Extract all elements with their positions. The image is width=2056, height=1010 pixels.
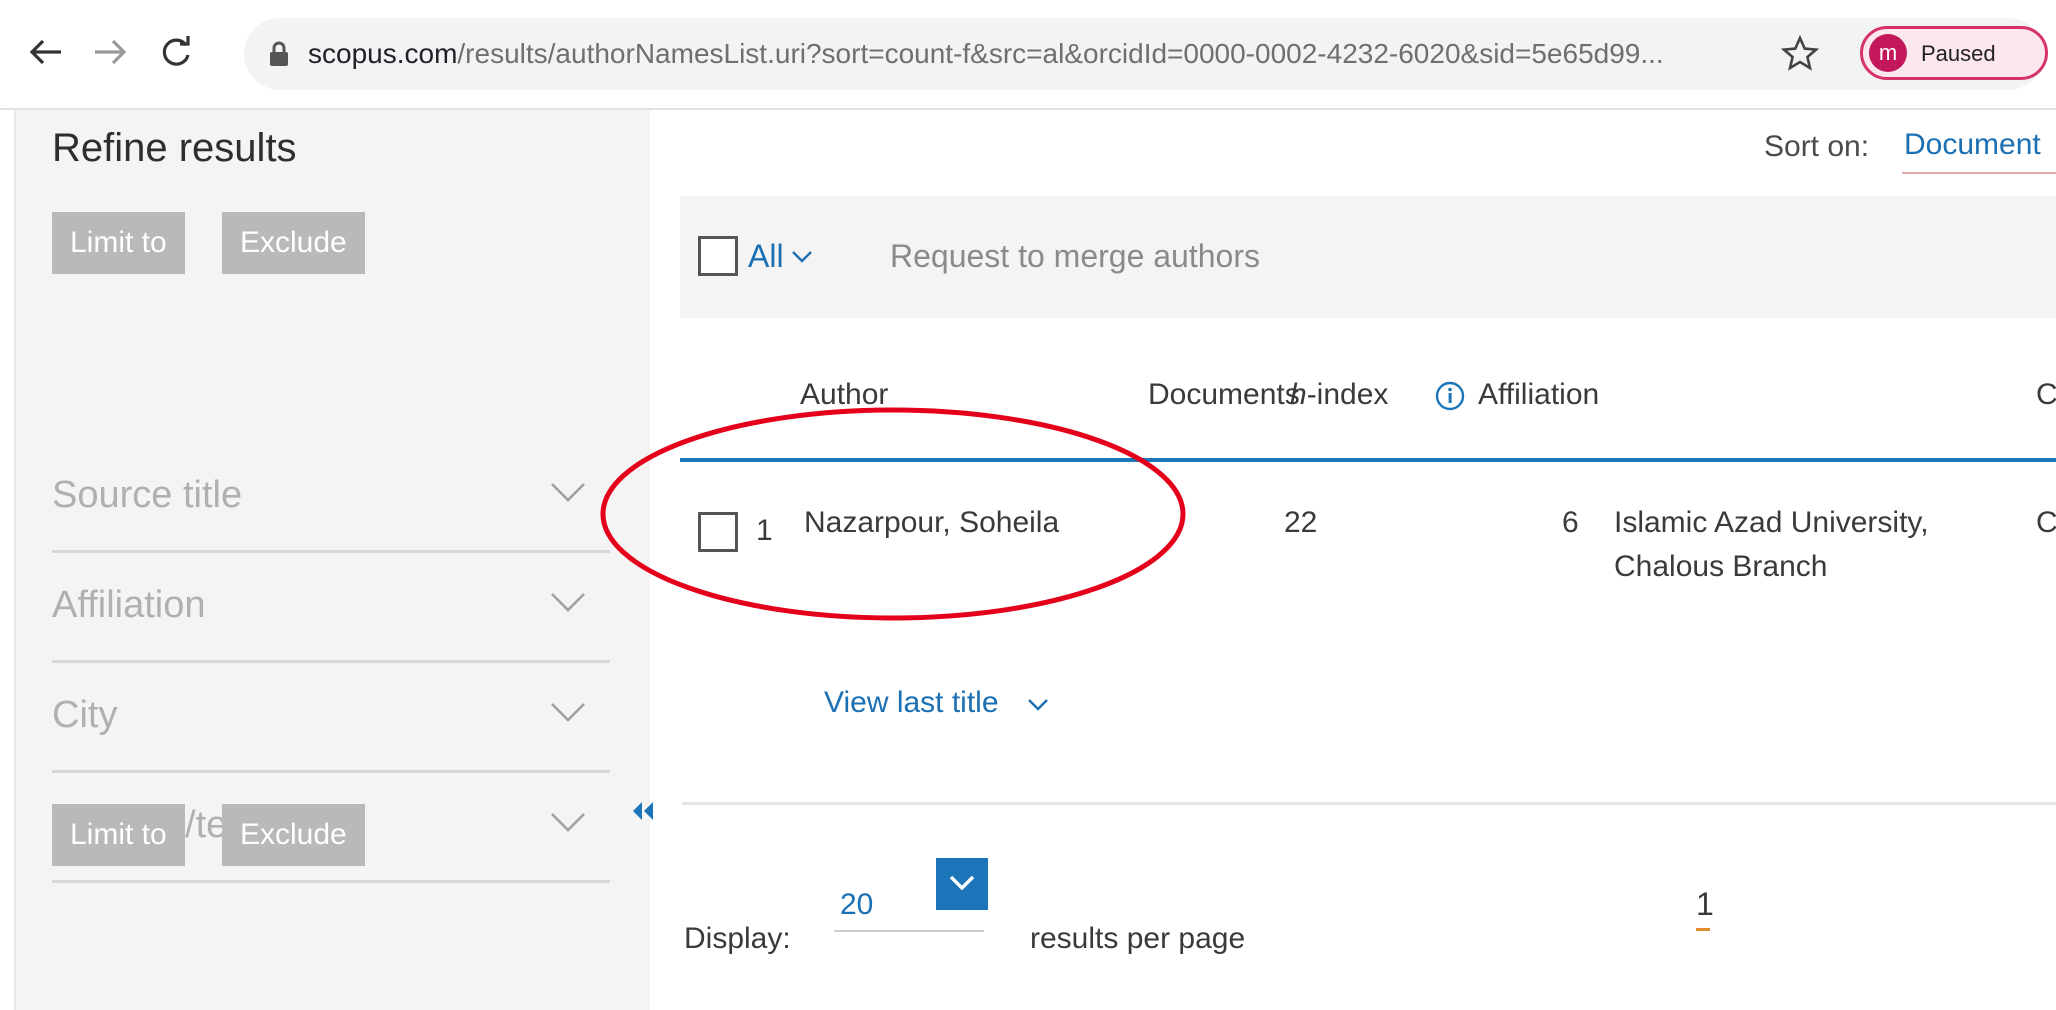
view-last-title-link[interactable]: View last title [824,686,999,720]
per-page-underline [834,930,984,932]
per-page-value[interactable]: 20 [840,888,873,922]
chevron-down-icon[interactable] [1028,698,1048,716]
column-header-affiliation[interactable]: Affiliation [1478,378,1599,412]
limit-to-button-bottom[interactable]: Limit to [52,804,185,866]
profile-status: Paused [1921,41,1996,66]
affiliation-line-1: Islamic Azad University, [1614,506,1929,539]
select-all-menu[interactable]: All [748,238,784,275]
bookmark-star-icon[interactable] [1780,34,1820,79]
facet-label: Source title [52,474,243,516]
results-divider [682,802,2056,805]
highlight-ellipse [600,407,1186,621]
url-text: scopus.com/results/authorNamesList.uri?s… [308,32,1664,76]
limit-to-button-top[interactable]: Limit to [52,212,185,274]
profile-button[interactable]: m Paused [1860,26,2048,80]
documents-count[interactable]: 22 [1284,506,1317,540]
per-page-suffix: results per page [1030,922,1246,955]
facet-source-title[interactable]: Source title [52,442,610,553]
exclude-button-top[interactable]: Exclude [222,212,365,274]
sort-underline [1902,172,2056,174]
merge-authors-link[interactable]: Request to merge authors [890,238,1260,275]
page-number-current[interactable]: 1 [1696,886,1714,923]
hindex-rest: -index [1306,378,1389,411]
lock-icon [268,40,290,73]
chevron-down-icon [550,592,586,617]
back-icon[interactable] [18,22,74,82]
collapse-sidebar-icon[interactable] [630,800,656,827]
chevron-down-icon [550,482,586,507]
forward-icon[interactable] [82,22,138,82]
sort-label: Sort on: [1764,130,1870,163]
refine-title: Refine results [52,126,297,170]
current-page-indicator [1696,928,1710,931]
chevron-down-icon [550,812,586,837]
exclude-button-bottom[interactable]: Exclude [222,804,365,866]
hindex-h: h [1290,378,1307,411]
url-path: /results/authorNamesList.uri?sort=count-… [457,38,1664,69]
action-bar: All Request to merge authors [680,196,2056,318]
per-page-dropdown-button[interactable] [936,858,988,910]
info-icon[interactable] [1434,380,1466,417]
affiliation-line-2: Chalous Branch [1614,550,1828,583]
city-value: C [2036,506,2056,539]
refine-sidebar: Refine results Limit to Exclude Source t… [14,110,650,1010]
facet-city[interactable]: City [52,662,610,773]
chevron-down-icon[interactable] [792,250,812,268]
facet-label: Affiliation [52,584,206,626]
display-label: Display: [684,922,791,955]
sort-select[interactable]: Document [1904,128,2041,162]
browser-toolbar: scopus.com/results/authorNamesList.uri?s… [0,0,2056,110]
facet-label: City [52,694,118,736]
column-header-city[interactable]: C [2036,378,2056,412]
chevron-down-icon [550,702,586,727]
address-bar[interactable]: scopus.com/results/authorNamesList.uri?s… [244,18,2048,90]
avatar: m [1869,34,1907,72]
reload-icon[interactable] [148,22,204,82]
hindex-value: 6 [1562,506,1579,539]
url-host: scopus.com [308,38,458,69]
column-header-hindex[interactable]: h-index [1290,378,1388,412]
select-all-checkbox[interactable] [698,236,738,276]
facet-affiliation[interactable]: Affiliation [52,552,610,663]
